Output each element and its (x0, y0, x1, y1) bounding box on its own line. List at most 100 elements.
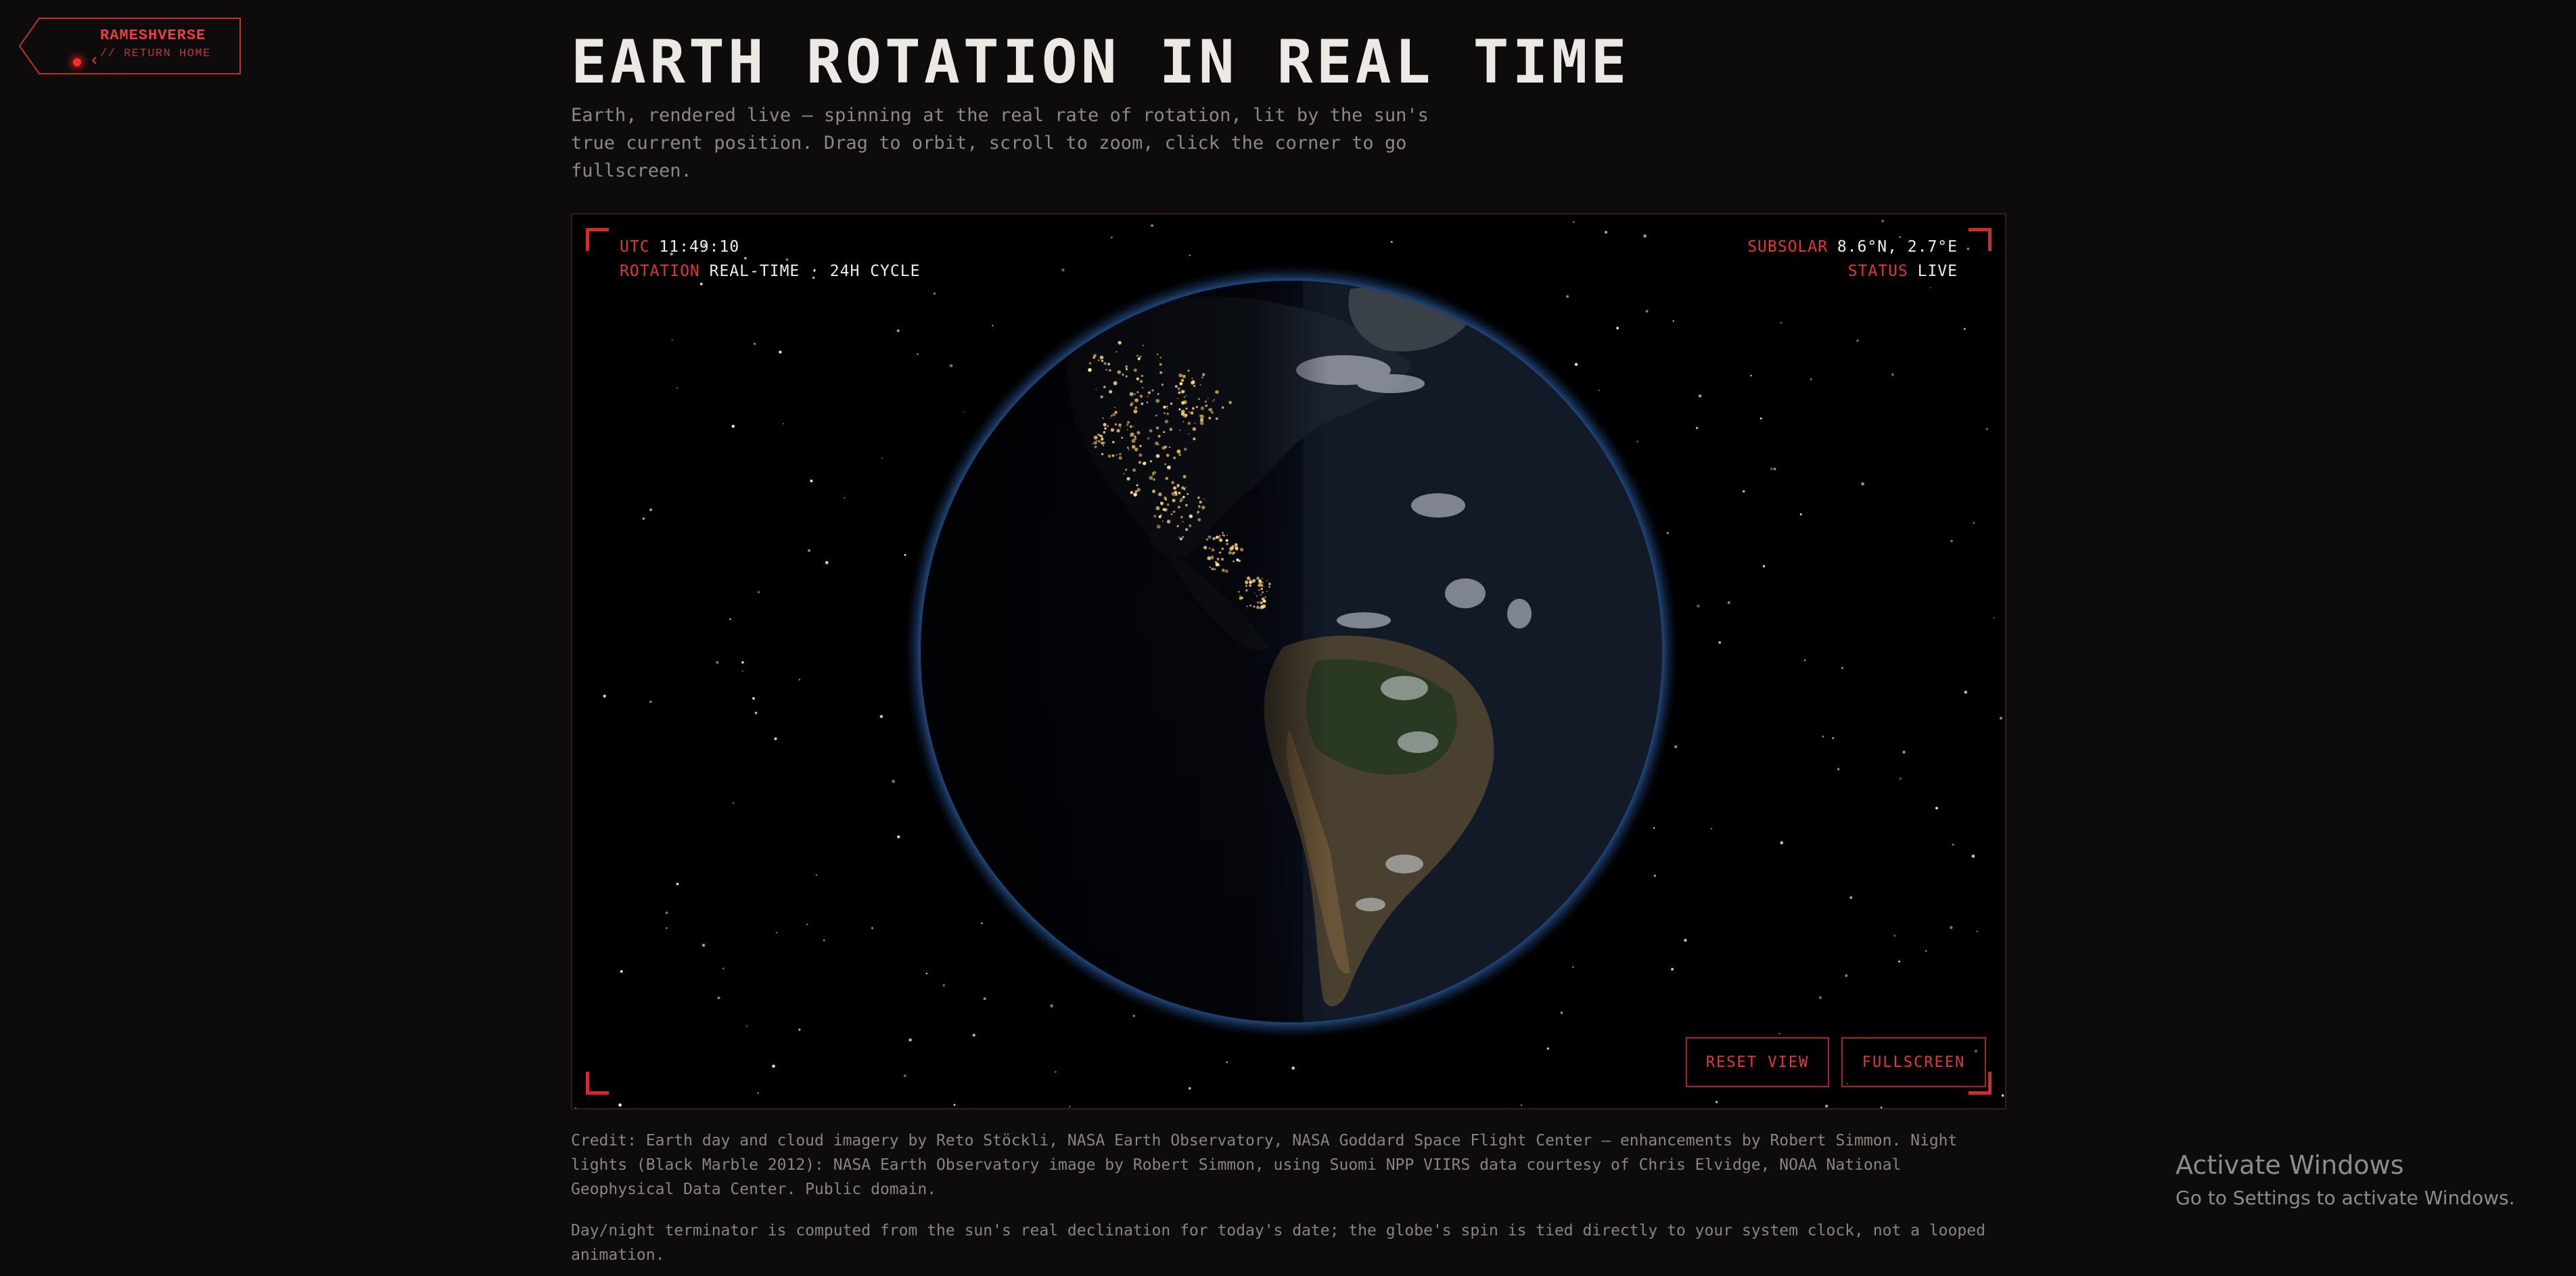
city-light (1197, 398, 1200, 401)
city-light (1098, 359, 1100, 361)
city-light (1222, 534, 1224, 536)
hud-top-left: UTC 11:49:10 ROTATION REAL-TIME · 24H CY… (620, 235, 920, 283)
city-light (1219, 538, 1223, 542)
city-light (1199, 414, 1202, 417)
city-light (1178, 537, 1180, 539)
frame-corner-top-left (586, 228, 609, 251)
city-light (1136, 377, 1140, 381)
city-light (1199, 384, 1201, 386)
city-light (1141, 375, 1143, 377)
city-light (1233, 560, 1235, 563)
city-light (1173, 456, 1176, 459)
city-light (1245, 585, 1247, 587)
city-light (1262, 578, 1263, 580)
city-light (1191, 378, 1193, 380)
city-light (1101, 453, 1104, 455)
city-light (1125, 375, 1128, 378)
imagery-credit: Credit: Earth day and cloud imagery by R… (571, 1132, 1958, 1198)
city-light (1101, 441, 1104, 445)
city-light (1159, 363, 1162, 366)
city-light (1266, 580, 1268, 582)
city-light (1221, 547, 1224, 550)
city-light (1112, 413, 1116, 417)
city-light (1183, 488, 1186, 491)
city-light (1258, 589, 1260, 591)
city-light (1252, 580, 1254, 583)
city-light (1126, 424, 1129, 426)
city-light (1134, 398, 1138, 403)
city-light (1159, 371, 1163, 374)
return-home-link[interactable]: ‹ RAMESHVERSE // RETURN HOME (19, 18, 241, 74)
city-light (1228, 401, 1233, 405)
city-light (1228, 551, 1232, 555)
city-light (1189, 514, 1193, 518)
city-light (1122, 373, 1124, 376)
city-light (1174, 385, 1178, 388)
city-light (1107, 363, 1111, 366)
city-light (1146, 401, 1149, 404)
city-light (1260, 601, 1264, 605)
city-light (1197, 496, 1200, 499)
city-light (1182, 421, 1184, 422)
city-light (1179, 498, 1184, 502)
city-light (1183, 400, 1187, 405)
hud-rotation-row: ROTATION REAL-TIME · 24H CYCLE (620, 259, 920, 283)
city-light (1103, 423, 1107, 427)
city-light (1231, 551, 1235, 555)
city-light (1156, 353, 1159, 355)
city-light (1118, 423, 1122, 427)
city-light (1245, 589, 1248, 592)
city-light (1139, 355, 1142, 358)
fullscreen-button[interactable]: FULLSCREEN (1841, 1037, 1986, 1087)
city-light (1208, 416, 1212, 419)
hud-top-right: SUBSOLAR 8.6°N, 2.7°E STATUS LIVE (1747, 235, 1958, 283)
city-light (1166, 407, 1168, 409)
city-light (1173, 486, 1177, 490)
city-light (1182, 521, 1184, 522)
city-light (1187, 421, 1191, 425)
city-light (1151, 474, 1155, 476)
city-light (1088, 367, 1092, 372)
city-light (1103, 386, 1106, 388)
globe-viewer[interactable]: UTC 11:49:10 ROTATION REAL-TIME · 24H CY… (571, 213, 2006, 1110)
city-light (1256, 606, 1260, 610)
city-light (1125, 468, 1127, 471)
city-light (1130, 491, 1134, 495)
city-light (1185, 394, 1187, 396)
city-light (1249, 579, 1251, 581)
city-light (1256, 595, 1258, 597)
earth-globe[interactable] (572, 214, 2006, 1110)
city-light (1162, 508, 1166, 511)
city-light (1155, 398, 1160, 403)
city-light (1136, 431, 1141, 435)
city-light (1171, 492, 1175, 496)
hud-rotation-label: ROTATION (620, 263, 700, 280)
city-light (1131, 438, 1136, 443)
city-light (1171, 480, 1175, 484)
chevron-left-icon: ‹ (91, 50, 98, 70)
red-dot-icon (73, 58, 81, 66)
city-light (1132, 426, 1134, 428)
page-intro: Earth, rendered live — spinning at the r… (571, 105, 1429, 181)
city-light (1133, 493, 1137, 497)
city-light (1107, 425, 1109, 427)
city-light (1211, 411, 1214, 414)
city-light (1178, 491, 1181, 495)
city-light (1103, 362, 1107, 365)
city-light (1239, 595, 1241, 597)
city-light (1129, 392, 1134, 396)
city-light (1247, 576, 1251, 580)
city-light (1230, 546, 1235, 550)
city-light (1212, 401, 1214, 403)
hud-status-row: STATUS LIVE (1747, 259, 1958, 283)
city-light (1119, 453, 1122, 455)
reset-view-button[interactable]: RESET VIEW (1686, 1037, 1829, 1087)
city-light (1264, 596, 1266, 599)
city-light (1182, 495, 1185, 499)
city-light (1178, 408, 1181, 411)
city-light (1126, 447, 1129, 449)
hud-subsolar-row: SUBSOLAR 8.6°N, 2.7°E (1747, 235, 1958, 259)
city-light (1214, 568, 1216, 570)
hud-utc-row: UTC 11:49:10 (620, 235, 920, 259)
city-light (1109, 417, 1111, 419)
